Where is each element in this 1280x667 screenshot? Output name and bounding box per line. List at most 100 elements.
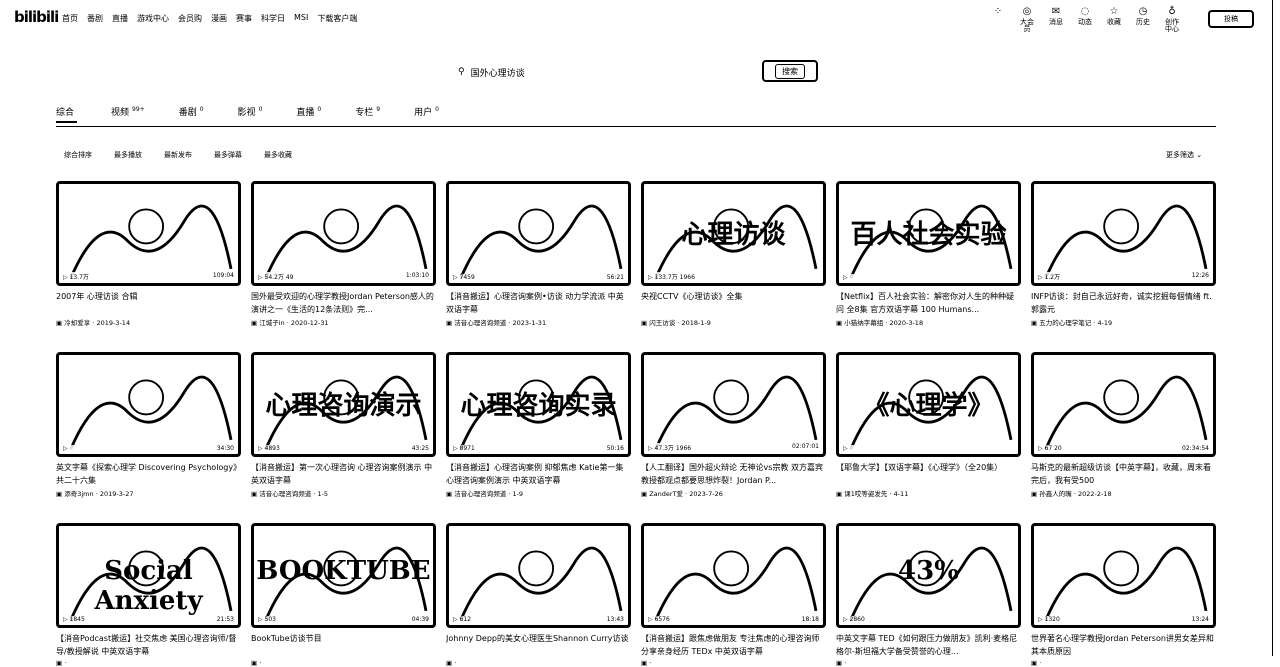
nav-anime[interactable]: 番剧 — [87, 13, 103, 24]
header-feed[interactable]: ◌ 动态 — [1075, 7, 1095, 33]
header-favorite[interactable]: ☆ 收藏 — [1104, 7, 1124, 33]
video-title[interactable]: 央视CCTV《心理访谈》全集 — [641, 290, 826, 316]
video-title[interactable]: 【消音搬运】跟焦虑做朋友 专注焦虑的心理咨询师分享亲身经历 TEDx 中英双语字… — [641, 632, 826, 658]
video-title[interactable]: 中英文字幕 TED《如何跟压力做朋友》凯利·麦格尼格尔-斯坦福大学备受赞誉的心理… — [836, 632, 1021, 658]
nav-game[interactable]: 游戏中心 — [137, 13, 169, 24]
video-thumbnail[interactable]: ▷ 47.3万 1966 02:07:01 — [641, 352, 826, 457]
nav-science[interactable]: 科学日 — [261, 13, 285, 24]
upload-button[interactable]: 投稿 — [1208, 10, 1254, 28]
header-creator[interactable]: ♁ 创作中心 — [1162, 7, 1182, 33]
search-button[interactable]: 搜索 — [762, 60, 818, 82]
sort-default[interactable]: 综合排序 — [64, 150, 92, 160]
video-title[interactable]: 【消音Podcast搬运】社交焦虑 美国心理咨询师/督导/教授解说 中英双语字幕 — [56, 632, 241, 658]
nav-match[interactable]: 赛事 — [236, 13, 252, 24]
video-thumbnail[interactable]: 百人社会实验 ▷ — [836, 181, 1021, 286]
video-thumbnail[interactable]: ▷ 612 13:43 — [446, 523, 631, 628]
video-thumbnail[interactable]: ▷ 34:30 — [56, 352, 241, 457]
video-title[interactable]: 【消音搬运】心理咨询案例•访谈 动力学流派 中英双语字幕 — [446, 290, 631, 316]
nav-home[interactable]: 首页 — [62, 13, 78, 24]
video-thumbnail[interactable]: 心理咨询演示 ▷ 4893 43:25 — [251, 352, 436, 457]
video-thumbnail[interactable]: ▷ 13.7万 109:04 — [56, 181, 241, 286]
video-thumbnail[interactable]: 43% ▷ 2860 — [836, 523, 1021, 628]
uploader-name[interactable]: 江城子in — [259, 319, 284, 327]
nav-download[interactable]: 下载客户端 — [317, 13, 357, 24]
sort-most-played[interactable]: 最多播放 — [114, 150, 142, 160]
uploader-name[interactable]: 洁音心理咨询频道 — [454, 490, 506, 498]
tab-film[interactable]: 影视 0 — [238, 105, 263, 123]
sort-most-favorited[interactable]: 最多收藏 — [264, 150, 292, 160]
uploader-name[interactable]: 孙鑫人的嘴 — [1039, 490, 1072, 498]
tab-video[interactable]: 视频 99+ — [111, 105, 145, 123]
video-thumbnail[interactable]: ▷ 6576 18:18 — [641, 523, 826, 628]
tab-article[interactable]: 专栏 9 — [355, 105, 380, 123]
uploader-name[interactable]: 洁音心理咨询频道 — [259, 490, 311, 498]
video-thumbnail[interactable]: ▷ 67 20 02:34:54 — [1031, 352, 1216, 457]
video-title[interactable]: INFP访谈：封自己永远好奇，诚实挖掘每個情绪 ft. 郭露元 — [1031, 290, 1216, 316]
uploader-name[interactable]: 冷却爱享 — [64, 319, 90, 327]
video-card[interactable]: 百人社会实验 ▷ 【Netflix】百人社会实验：解密你对人生的种种疑问 全8集 … — [836, 181, 1021, 327]
video-thumbnail[interactable]: BOOKTUBE ▷ 503 04:39 — [251, 523, 436, 628]
video-card[interactable]: ▷ 1320 13:24 世界著名心理学教授Jordan Peterson讲男女差… — [1031, 523, 1216, 667]
video-thumbnail[interactable]: ▷ 54.2万 49 1:03:10 — [251, 181, 436, 286]
uploader-name[interactable]: ZanderT爱 — [649, 490, 683, 498]
video-card[interactable]: Social Anxiety ▷ 1845 21:53 【消音Podcast搬运】社… — [56, 523, 241, 667]
video-thumbnail[interactable]: ▷ 7459 56:21 — [446, 181, 631, 286]
tab-user[interactable]: 用户 0 — [414, 105, 439, 123]
search-input[interactable]: 国外心理访谈 — [471, 66, 525, 79]
uploader-name[interactable]: 添奇3jmn — [64, 490, 93, 498]
video-card[interactable]: ▷ 13.7万 109:04 2007年 心理访谈 合辑 ▣ 冷却爱享 · 2019… — [56, 181, 241, 327]
video-title[interactable]: 国外最受欢迎的心理学教授Jordan Peterson感人的演讲之一《生活的12… — [251, 290, 436, 316]
video-card[interactable]: ▷ 47.3万 1966 02:07:01 【人工翻译】国外超火辩论 无神论vs宗教… — [641, 352, 826, 498]
video-title[interactable]: 2007年 心理访谈 合辑 — [56, 290, 241, 316]
video-card[interactable]: ▷ 6576 18:18 【消音搬运】跟焦虑做朋友 专注焦虑的心理咨询师分享亲身经… — [641, 523, 826, 667]
sort-newest[interactable]: 最新发布 — [164, 150, 192, 160]
video-card[interactable]: ▷ 7459 56:21 【消音搬运】心理咨询案例•访谈 动力学流派 中英双语字幕… — [446, 181, 631, 327]
video-card[interactable]: ▷ 54.2万 49 1:03:10 国外最受欢迎的心理学教授Jordan Pete… — [251, 181, 436, 327]
header-grid[interactable]: ⁘ — [988, 7, 1008, 33]
video-thumbnail[interactable]: ▷ 1.2万 12:26 — [1031, 181, 1216, 286]
video-title[interactable]: 世界著名心理学教授Jordan Peterson讲男女差异和其本质原因 — [1031, 632, 1216, 658]
uploader-name[interactable]: 闪王访谈 — [649, 319, 675, 327]
uploader-name[interactable]: 课1哎等姿发先 — [844, 490, 887, 498]
video-card[interactable]: ▷ 612 13:43 Johnny Depp的美女心理医生Shannon Cur… — [446, 523, 631, 667]
video-title[interactable]: 【耶鲁大学】【双语字幕】《心理学》（全20集） — [836, 461, 1021, 487]
video-card[interactable]: ▷ 1.2万 12:26 INFP访谈：封自己永远好奇，诚实挖掘每個情绪 ft. … — [1031, 181, 1216, 327]
video-title[interactable]: 英文字幕《探索心理学 Discovering Psychology》共二十六集 — [56, 461, 241, 487]
nav-manga[interactable]: 漫画 — [211, 13, 227, 24]
video-card[interactable]: 心理咨询演示 ▷ 4893 43:25 【消音搬运】第一次心理咨询 心理咨询案例演示… — [251, 352, 436, 498]
video-title[interactable]: 马斯克的最新超级访谈【中英字幕】，收藏，周末看完后，我有受500 — [1031, 461, 1216, 487]
search-box[interactable]: ⚲ 国外心理访谈 — [458, 64, 525, 80]
video-title[interactable]: 【消音搬运】心理咨询案例 抑郁焦虑 Katie第一集 心理咨询案例演示 中英双语… — [446, 461, 631, 487]
video-card[interactable]: 心理咨询实录 ▷ 8971 50:16 【消音搬运】心理咨询案例 抑郁焦虑 Kati… — [446, 352, 631, 498]
video-title[interactable]: 【人工翻译】国外超火辩论 无神论vs宗教 双方嘉宾教授都观点都要思想炸裂！Jor… — [641, 461, 826, 487]
nav-mall[interactable]: 会员购 — [178, 13, 202, 24]
video-thumbnail[interactable]: 心理访谈 ▷ 133.7万 1966 — [641, 181, 826, 286]
video-title[interactable]: 【Netflix】百人社会实验：解密你对人生的种种疑问 全8集 官方双语字幕 1… — [836, 290, 1021, 316]
video-title[interactable]: 【消音搬运】第一次心理咨询 心理咨询案例演示 中英双语字幕 — [251, 461, 436, 487]
video-card[interactable]: ▷ 34:30 英文字幕《探索心理学 Discovering Psychology… — [56, 352, 241, 498]
video-thumbnail[interactable]: 《心理学》 ▷ — [836, 352, 1021, 457]
sort-most-danmaku[interactable]: 最多弹幕 — [214, 150, 242, 160]
uploader-name[interactable]: 小猫纳字幕组 — [844, 319, 883, 327]
video-card[interactable]: 43% ▷ 2860 中英文字幕 TED《如何跟压力做朋友》凯利·麦格尼格尔-斯坦… — [836, 523, 1021, 667]
video-thumbnail[interactable]: ▷ 1320 13:24 — [1031, 523, 1216, 628]
video-thumbnail[interactable]: 心理咨询实录 ▷ 8971 50:16 — [446, 352, 631, 457]
video-card[interactable]: 《心理学》 ▷ 【耶鲁大学】【双语字幕】《心理学》（全20集） ▣ 课1哎等姿发先 … — [836, 352, 1021, 498]
uploader-name[interactable]: 五力的心理学笔记 — [1039, 319, 1091, 327]
nav-msi[interactable]: MSI — [294, 13, 308, 24]
video-title[interactable]: BookTube访谈节目 — [251, 632, 436, 658]
video-title[interactable]: Johnny Depp的美女心理医生Shannon Curry访谈 — [446, 632, 631, 658]
video-card[interactable]: ▷ 67 20 02:34:54 马斯克的最新超级访谈【中英字幕】，收藏，周末看完后… — [1031, 352, 1216, 498]
tab-live[interactable]: 直播 0 — [296, 105, 321, 123]
header-message[interactable]: ✉ 消息 — [1046, 7, 1066, 33]
nav-live[interactable]: 直播 — [112, 13, 128, 24]
header-history[interactable]: ◷ 历史 — [1133, 7, 1153, 33]
video-thumbnail[interactable]: Social Anxiety ▷ 1845 21:53 — [56, 523, 241, 628]
video-card[interactable]: 心理访谈 ▷ 133.7万 1966 央视CCTV《心理访谈》全集 ▣ 闪王访谈 · … — [641, 181, 826, 327]
more-filter-button[interactable]: 更多筛选 ⌄ — [1166, 150, 1202, 160]
bilibili-logo[interactable]: bilibili — [14, 8, 59, 26]
tab-all[interactable]: 综合 — [56, 105, 78, 123]
header-vip[interactable]: ◎ 大会员 — [1017, 7, 1037, 33]
uploader-name[interactable]: 洁音心理咨询频道 — [454, 319, 506, 327]
scrollbar[interactable] — [1272, 0, 1280, 656]
